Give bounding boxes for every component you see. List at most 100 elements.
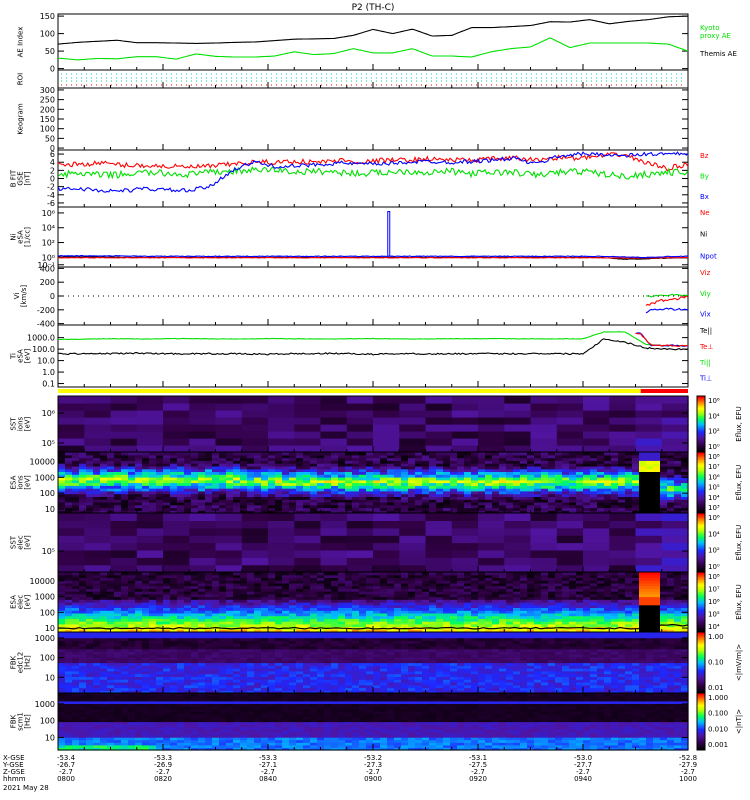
spectrogram-cell: [399, 564, 427, 573]
spectrogram-cell: [556, 542, 584, 551]
spectrogram-cell: [583, 431, 610, 439]
spectrogram-cell: [191, 452, 199, 456]
spectrogram-cell: [373, 549, 400, 558]
spectrogram-cell: [451, 410, 479, 418]
spectrogram-cell: [504, 424, 532, 432]
spectrogram-cell: [530, 542, 558, 551]
spectrogram-cell: [215, 557, 243, 566]
spectrogram-cell: [338, 452, 346, 456]
spectrogram-cell: [58, 403, 85, 411]
spectrogram-cell: [240, 452, 248, 456]
spectrogram-cell: [345, 452, 353, 456]
spectrogram-cell: [58, 632, 66, 636]
spectrogram-cell: [451, 424, 479, 432]
spectrogram-cell: [72, 632, 80, 636]
spectrogram-cell: [399, 549, 427, 558]
spectrogram-cell: [226, 632, 234, 636]
spectrogram-cell: [320, 535, 348, 544]
spectrogram-cell: [294, 410, 322, 418]
spectrogram-cell: [373, 424, 400, 432]
spectrogram-cell: [215, 445, 243, 453]
spectrogram-cell: [346, 438, 374, 446]
spectrogram-cell: [189, 535, 217, 544]
spectrogram-cell: [653, 452, 661, 456]
spectrogram-cell: [556, 557, 584, 566]
spectrogram-cell: [198, 632, 206, 636]
spectrogram-cell: [268, 542, 295, 551]
spectrogram-cell: [189, 513, 217, 521]
spectrogram-cell: [189, 557, 217, 566]
spectrogram-cell: [661, 542, 689, 551]
spectrogram-cell: [247, 452, 255, 456]
spectrogram-cell: [107, 452, 115, 456]
spectrogram-cell: [399, 431, 427, 439]
spectrogram-cell: [233, 452, 241, 456]
spectrogram-cell: [110, 396, 138, 404]
spectrogram-cell: [136, 535, 164, 544]
spectrogram-esa_e: [57, 572, 689, 633]
spectrogram-cell: [215, 438, 243, 446]
spectrogram-cell: [373, 417, 400, 425]
spectrogram-cell: [583, 417, 610, 425]
spectrogram-cell: [609, 396, 637, 404]
spectrogram-cell: [399, 396, 427, 404]
spectrogram-cell: [609, 403, 637, 411]
spectrogram-cell: [504, 513, 532, 521]
spectrogram-cell: [84, 431, 112, 439]
spectrogram-cell: [556, 396, 584, 404]
spectrogram-cell: [184, 632, 192, 636]
spectrogram-cell: [667, 452, 675, 456]
spectrogram-cell: [136, 417, 164, 425]
spectrogram-cell: [241, 417, 269, 425]
spectrogram-cell: [399, 557, 427, 566]
spectrogram-cell: [415, 452, 423, 456]
spectrogram-cell: [346, 431, 374, 439]
spectrogram-cell: [136, 513, 164, 521]
spectrogram-cell: [107, 632, 115, 636]
spectrogram-cell: [478, 549, 505, 558]
spectrogram-cell: [241, 445, 269, 453]
spectrogram-cell: [294, 424, 322, 432]
spectrogram-cell: [604, 452, 612, 456]
spectrogram-cell: [635, 564, 663, 573]
spectrogram-cell: [215, 396, 243, 404]
spectrogram-cell: [163, 438, 190, 446]
spectrogram-cell: [346, 410, 374, 418]
spectrogram-cell: [562, 452, 570, 456]
spectrogram-cell: [399, 535, 427, 544]
spectrogram-cell: [114, 452, 122, 456]
spectrogram-cell: [189, 564, 217, 573]
spectrogram-cell: [86, 632, 94, 636]
spectrogram-cell: [324, 452, 332, 456]
spectrogram-cell: [661, 557, 689, 566]
spectrogram-cell: [425, 403, 453, 411]
spectrogram-cell: [136, 403, 164, 411]
spectrogram-cell: [294, 431, 322, 439]
spectrogram-cell: [346, 527, 374, 536]
spectrogram-cell: [556, 549, 584, 558]
spectrogram-cell: [443, 452, 451, 456]
spectrogram-cell: [373, 410, 400, 418]
spectrogram-cell: [320, 445, 348, 453]
spectrogram-cell: [635, 513, 663, 521]
spectrogram-cell: [583, 542, 610, 551]
spectrogram-cell: [436, 452, 444, 456]
spectrogram-cell: [110, 403, 138, 411]
spectrogram-cell: [609, 535, 637, 544]
spectrogram-cell: [425, 410, 453, 418]
spectrogram-cell: [215, 513, 243, 521]
spectrogram-cell: [504, 445, 532, 453]
spectrogram-cell: [163, 452, 171, 456]
spectrogram-cell: [478, 564, 505, 573]
spectrogram-cell: [294, 549, 322, 558]
spectrogram-cell: [268, 403, 295, 411]
themis-summary-plot: P2 (TH-C) AE Index 0 50 100 150 Kyoto proxy AE…: [0, 0, 750, 800]
spectrogram-cell: [478, 535, 505, 544]
spectrogram-cell: [268, 549, 295, 558]
spectrogram-cell: [425, 564, 453, 573]
spectrogram-cell: [556, 513, 584, 521]
spectrogram-cell: [310, 452, 318, 456]
spectrogram-cell: [646, 452, 654, 456]
spectrogram-cell: [163, 557, 190, 566]
spectrogram-cell: [58, 564, 85, 573]
